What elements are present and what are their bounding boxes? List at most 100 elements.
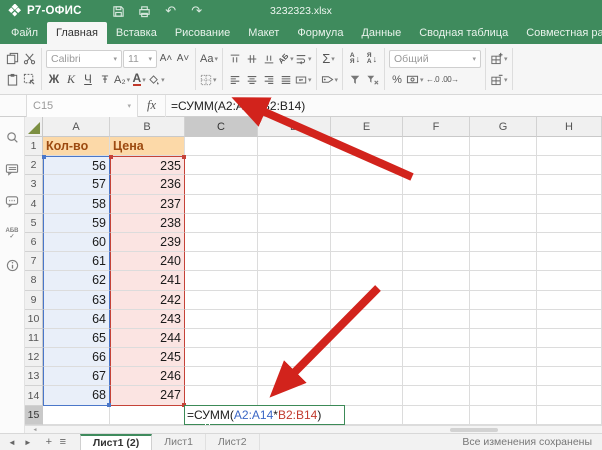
column-header-G[interactable]: G [470, 117, 537, 137]
horizontal-scrollbar[interactable]: ◄ [25, 425, 602, 433]
menu-tab-Главная[interactable]: Главная [47, 22, 107, 44]
cell-F1[interactable] [403, 137, 470, 156]
autosum-button[interactable]: Σ [321, 50, 337, 68]
cell-H10[interactable] [537, 310, 602, 329]
cell-E13[interactable] [331, 367, 403, 386]
cell-G8[interactable] [470, 271, 537, 290]
align-top-button[interactable] [227, 50, 243, 68]
column-header-D[interactable]: D [258, 117, 331, 137]
cell-F5[interactable] [403, 214, 470, 233]
search-button[interactable] [4, 129, 21, 146]
wrap-text-button[interactable] [295, 50, 312, 68]
insert-function-button[interactable]: fx [138, 95, 166, 117]
cell-D8[interactable] [258, 271, 331, 290]
filter-button[interactable] [347, 71, 363, 89]
cell-B3[interactable]: 236 [110, 175, 185, 194]
cell-F2[interactable] [403, 156, 470, 175]
about-button[interactable] [4, 257, 21, 274]
cell-D11[interactable] [258, 329, 331, 348]
align-bottom-button[interactable] [261, 50, 277, 68]
sort-descending-button[interactable]: ЯА↓ [364, 50, 380, 68]
cell-D12[interactable] [258, 348, 331, 367]
cell-A6[interactable]: 60 [43, 233, 110, 252]
cell-A5[interactable]: 59 [43, 214, 110, 233]
cell-D2[interactable] [258, 156, 331, 175]
menu-tab-Сводная таблица[interactable]: Сводная таблица [410, 22, 517, 44]
cell-C6[interactable] [185, 233, 258, 252]
increase-decimal-button[interactable]: .00→ [442, 71, 459, 89]
align-center-button[interactable] [244, 71, 260, 89]
cell-C15[interactable]: =СУММ(A2:A14*B2:B14) [185, 406, 258, 425]
cell-C12[interactable] [185, 348, 258, 367]
cell-A11[interactable]: 65 [43, 329, 110, 348]
cell-E5[interactable] [331, 214, 403, 233]
cell-G3[interactable] [470, 175, 537, 194]
increase-font-button[interactable]: A˄ [158, 50, 174, 68]
italic-button[interactable]: К [63, 71, 79, 89]
cell-C2[interactable] [185, 156, 258, 175]
cell-B11[interactable]: 244 [110, 329, 185, 348]
cell-D10[interactable] [258, 310, 331, 329]
decrease-font-button[interactable]: A˅ [175, 50, 191, 68]
paste-button[interactable] [4, 71, 20, 89]
cell-B8[interactable]: 241 [110, 271, 185, 290]
change-case-button[interactable]: Aa [200, 50, 218, 68]
menu-tab-Рисование[interactable]: Рисование [166, 22, 239, 44]
font-name-select[interactable]: Calibri [46, 50, 122, 68]
cell-F6[interactable] [403, 233, 470, 252]
column-header-F[interactable]: F [403, 117, 470, 137]
row-header-1[interactable]: 1 [25, 137, 43, 156]
cell-F8[interactable] [403, 271, 470, 290]
cell-A8[interactable]: 62 [43, 271, 110, 290]
formula-input[interactable]: =СУММ(A2:A14*B2:B14) [166, 99, 602, 113]
cell-H2[interactable] [537, 156, 602, 175]
column-header-A[interactable]: A [43, 117, 110, 137]
cell-C14[interactable] [185, 386, 258, 405]
cell-G7[interactable] [470, 252, 537, 271]
row-header-11[interactable]: 11 [25, 329, 43, 348]
cell-H11[interactable] [537, 329, 602, 348]
row-header-5[interactable]: 5 [25, 214, 43, 233]
row-header-15[interactable]: 15 [25, 406, 43, 425]
cell-H7[interactable] [537, 252, 602, 271]
cell-A4[interactable]: 58 [43, 195, 110, 214]
cell-F10[interactable] [403, 310, 470, 329]
cell-A7[interactable]: 61 [43, 252, 110, 271]
cell-A15[interactable] [43, 406, 110, 425]
cell-A12[interactable]: 66 [43, 348, 110, 367]
cut-button[interactable] [21, 50, 37, 68]
cell-H8[interactable] [537, 271, 602, 290]
chat-button[interactable] [4, 193, 21, 210]
orientation-button[interactable]: АБ [278, 50, 294, 68]
sort-ascending-button[interactable]: АЯ↓ [347, 50, 363, 68]
cell-G1[interactable] [470, 137, 537, 156]
cell-E14[interactable] [331, 386, 403, 405]
cell-C13[interactable] [185, 367, 258, 386]
cell-B15[interactable] [110, 406, 185, 425]
align-left-button[interactable] [227, 71, 243, 89]
fill-handle[interactable] [205, 423, 210, 425]
cell-H5[interactable] [537, 214, 602, 233]
cell-B14[interactable]: 247 [110, 386, 185, 405]
row-header-6[interactable]: 6 [25, 233, 43, 252]
row-header-3[interactable]: 3 [25, 175, 43, 194]
cell-B9[interactable]: 242 [110, 291, 185, 310]
menu-tab-Формула[interactable]: Формула [288, 22, 352, 44]
cell-A14[interactable]: 68 [43, 386, 110, 405]
row-header-7[interactable]: 7 [25, 252, 43, 271]
cell-G5[interactable] [470, 214, 537, 233]
justify-button[interactable] [278, 71, 294, 89]
cell-B7[interactable]: 240 [110, 252, 185, 271]
cell-F7[interactable] [403, 252, 470, 271]
cell-D13[interactable] [258, 367, 331, 386]
prev-sheet-button[interactable]: ◄ [8, 438, 16, 447]
cell-F15[interactable] [403, 406, 470, 425]
cell-F12[interactable] [403, 348, 470, 367]
row-header-13[interactable]: 13 [25, 367, 43, 386]
cell-E3[interactable] [331, 175, 403, 194]
cell-C10[interactable] [185, 310, 258, 329]
redo-button[interactable]: ↷ [184, 2, 210, 20]
next-sheet-button[interactable]: ► [24, 438, 32, 447]
number-format-select[interactable]: Общий [389, 50, 481, 68]
name-box[interactable]: C15 [26, 95, 138, 117]
